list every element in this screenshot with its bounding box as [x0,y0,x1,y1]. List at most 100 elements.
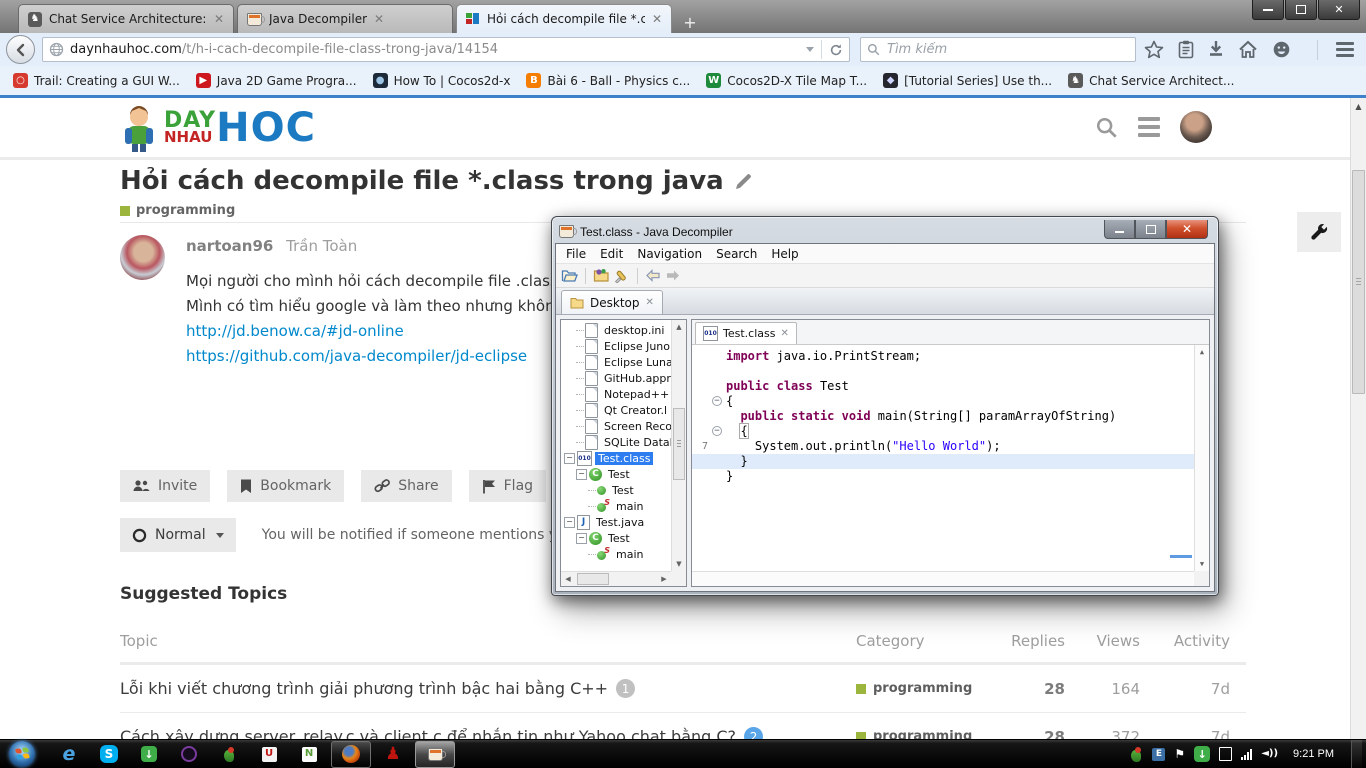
tab-close-icon[interactable]: ✕ [652,12,662,26]
jd-minimize-button[interactable] [1104,220,1135,239]
tree-item[interactable]: Eclipse Luna [561,354,671,370]
browser-tab[interactable]: ♞Chat Service Architecture: ...✕ [18,4,234,33]
taskbar-item-java-decompiler[interactable] [415,741,455,768]
bookmark-button[interactable]: Bookmark [227,470,344,502]
tree-item[interactable]: −010Test.class [561,450,671,466]
menu-hamburger-icon[interactable] [1336,42,1354,57]
tree-item[interactable]: −CTest [561,466,671,482]
tray-volume-icon[interactable]: ◄)) [1261,749,1278,759]
taskbar-item-devil-app[interactable]: ♟ [373,740,413,768]
window-minimize-button[interactable] [1252,0,1284,20]
tree-item[interactable]: Eclipse Juno [561,338,671,354]
downloads-icon[interactable] [1208,40,1224,59]
scrollbar-thumb[interactable] [1352,170,1365,394]
jd-tree-vscrollbar[interactable]: ▲ ▼ [671,320,686,571]
bookmark-item[interactable]: ♞Chat Service Architect... [1060,70,1242,92]
jd-menu-navigation[interactable]: Navigation [630,247,709,261]
back-button[interactable] [6,35,35,64]
tab-close-icon[interactable]: ✕ [374,12,384,26]
table-row-category[interactable]: programming [836,665,996,713]
jd-maximize-button[interactable] [1135,220,1166,239]
browser-tab[interactable]: Java Decompiler✕ [237,4,453,33]
jd-menu-search[interactable]: Search [709,247,764,261]
invite-button[interactable]: Invite [120,470,210,502]
taskbar-item-media-app[interactable] [169,740,209,768]
chat-smiley-icon[interactable] [1272,40,1291,59]
share-button[interactable]: Share [361,470,451,502]
taskbar-item-skype[interactable]: S [89,740,129,768]
open-type-icon[interactable] [593,268,610,283]
notification-level-dropdown[interactable]: Normal [120,518,236,552]
reading-list-icon[interactable] [1178,40,1194,59]
tree-item[interactable]: Notepad++ [561,386,671,402]
taskbar-item-firefox[interactable] [331,741,371,768]
admin-wrench-button[interactable] [1297,212,1341,252]
bookmark-item[interactable]: ○Trail: Creating a GUI W... [5,70,188,92]
edit-pencil-icon[interactable] [734,172,753,191]
site-logo[interactable]: DAY NHAU HOC [118,104,316,152]
show-desktop-button[interactable] [1351,740,1362,768]
scrollbar-up-arrow[interactable]: ▲ [1351,98,1366,114]
url-bar[interactable]: daynhauhoc.com/t/h-i-cach-decompile-file… [42,37,850,62]
search-box[interactable] [860,37,1136,62]
start-button[interactable] [9,741,35,767]
header-menu-icon[interactable] [1138,117,1160,137]
tree-item[interactable]: −CTest [561,530,671,546]
bookmark-item[interactable]: ▶Java 2D Game Progra... [188,70,365,92]
tree-expander-icon[interactable]: − [576,533,587,544]
wand-icon[interactable] [614,268,630,283]
url-dropdown-icon[interactable] [806,47,814,52]
back-nav-icon[interactable] [645,269,661,282]
forward-nav-icon[interactable] [665,269,681,282]
jd-tree-hscrollbar[interactable]: ◀▶ [561,571,671,586]
jd-folder-tab[interactable]: Desktop ✕ [561,290,663,314]
bookmark-item[interactable]: ●How To | Cocos2d-x [365,70,519,92]
jd-close-button[interactable]: ✕ [1166,220,1208,239]
table-row-topic[interactable]: Cách xây dựng server_relay.c và client.c… [120,713,836,740]
tree-item[interactable]: Screen Reco [561,418,671,434]
header-user-avatar[interactable] [1180,111,1212,143]
tree-item[interactable]: Smain [561,546,671,562]
tree-item[interactable]: Test [561,482,671,498]
jd-folder-tab-close-icon[interactable]: ✕ [646,297,654,308]
post-author-avatar[interactable] [120,235,165,280]
taskbar-item-idm[interactable]: ↓ [129,740,169,768]
tree-item[interactable]: desktop.ini [561,322,671,338]
jd-editor-vscrollbar[interactable]: ▲▼ [1194,345,1209,571]
window-close-button[interactable]: ✕ [1318,0,1360,20]
topic-link[interactable]: Lỗi khi viết chương trình giải phương tr… [120,679,608,698]
fold-collapse-icon[interactable]: − [712,426,722,436]
page-scrollbar[interactable]: ▲ [1350,98,1366,740]
taskbar-clock[interactable]: 9:21 PM [1293,748,1334,760]
tree-expander-icon[interactable]: − [564,517,575,528]
taskbar-item-parrot-app[interactable] [209,740,249,768]
jd-menu-file[interactable]: File [559,247,593,261]
table-row-topic[interactable]: Lỗi khi viết chương trình giải phương tr… [120,665,836,713]
tree-item[interactable]: −JTest.java [561,514,671,530]
tree-item[interactable]: GitHub.appr [561,370,671,386]
new-tab-button[interactable]: + [677,11,703,33]
home-icon[interactable] [1238,40,1258,59]
flag-button[interactable]: Flag [469,470,546,502]
tray-idm-icon[interactable]: ↓ [1194,746,1210,762]
jd-code-editor[interactable]: import java.io.PrintStream;public class … [692,345,1209,586]
tray-parrot-icon[interactable] [1129,747,1143,762]
tray-e-app-icon[interactable]: E [1152,748,1165,761]
reload-icon[interactable] [829,43,843,57]
search-input[interactable] [885,41,1129,58]
post-username[interactable]: nartoan96 [186,237,273,255]
bookmark-item[interactable]: BBài 6 - Ball - Physics c... [518,70,698,92]
bookmark-star-icon[interactable] [1144,40,1164,59]
tab-close-icon[interactable]: ✕ [214,12,224,26]
window-restore-button[interactable] [1285,0,1317,20]
jd-code-tab[interactable]: 010 Test.class ✕ [695,322,797,344]
tray-network-icon[interactable] [1241,749,1252,760]
bookmark-item[interactable]: ◆[Tutorial Series] Use th... [875,70,1060,92]
tray-clipboard-icon[interactable] [1219,747,1232,761]
tree-item[interactable]: SQLite Datal [561,434,671,450]
tree-item[interactable]: Smain [561,498,671,514]
header-search-icon[interactable] [1095,116,1118,139]
bookmark-item[interactable]: WCocos2D-X Tile Map T... [698,70,875,92]
open-folder-icon[interactable] [561,268,578,283]
jd-menu-help[interactable]: Help [764,247,805,261]
